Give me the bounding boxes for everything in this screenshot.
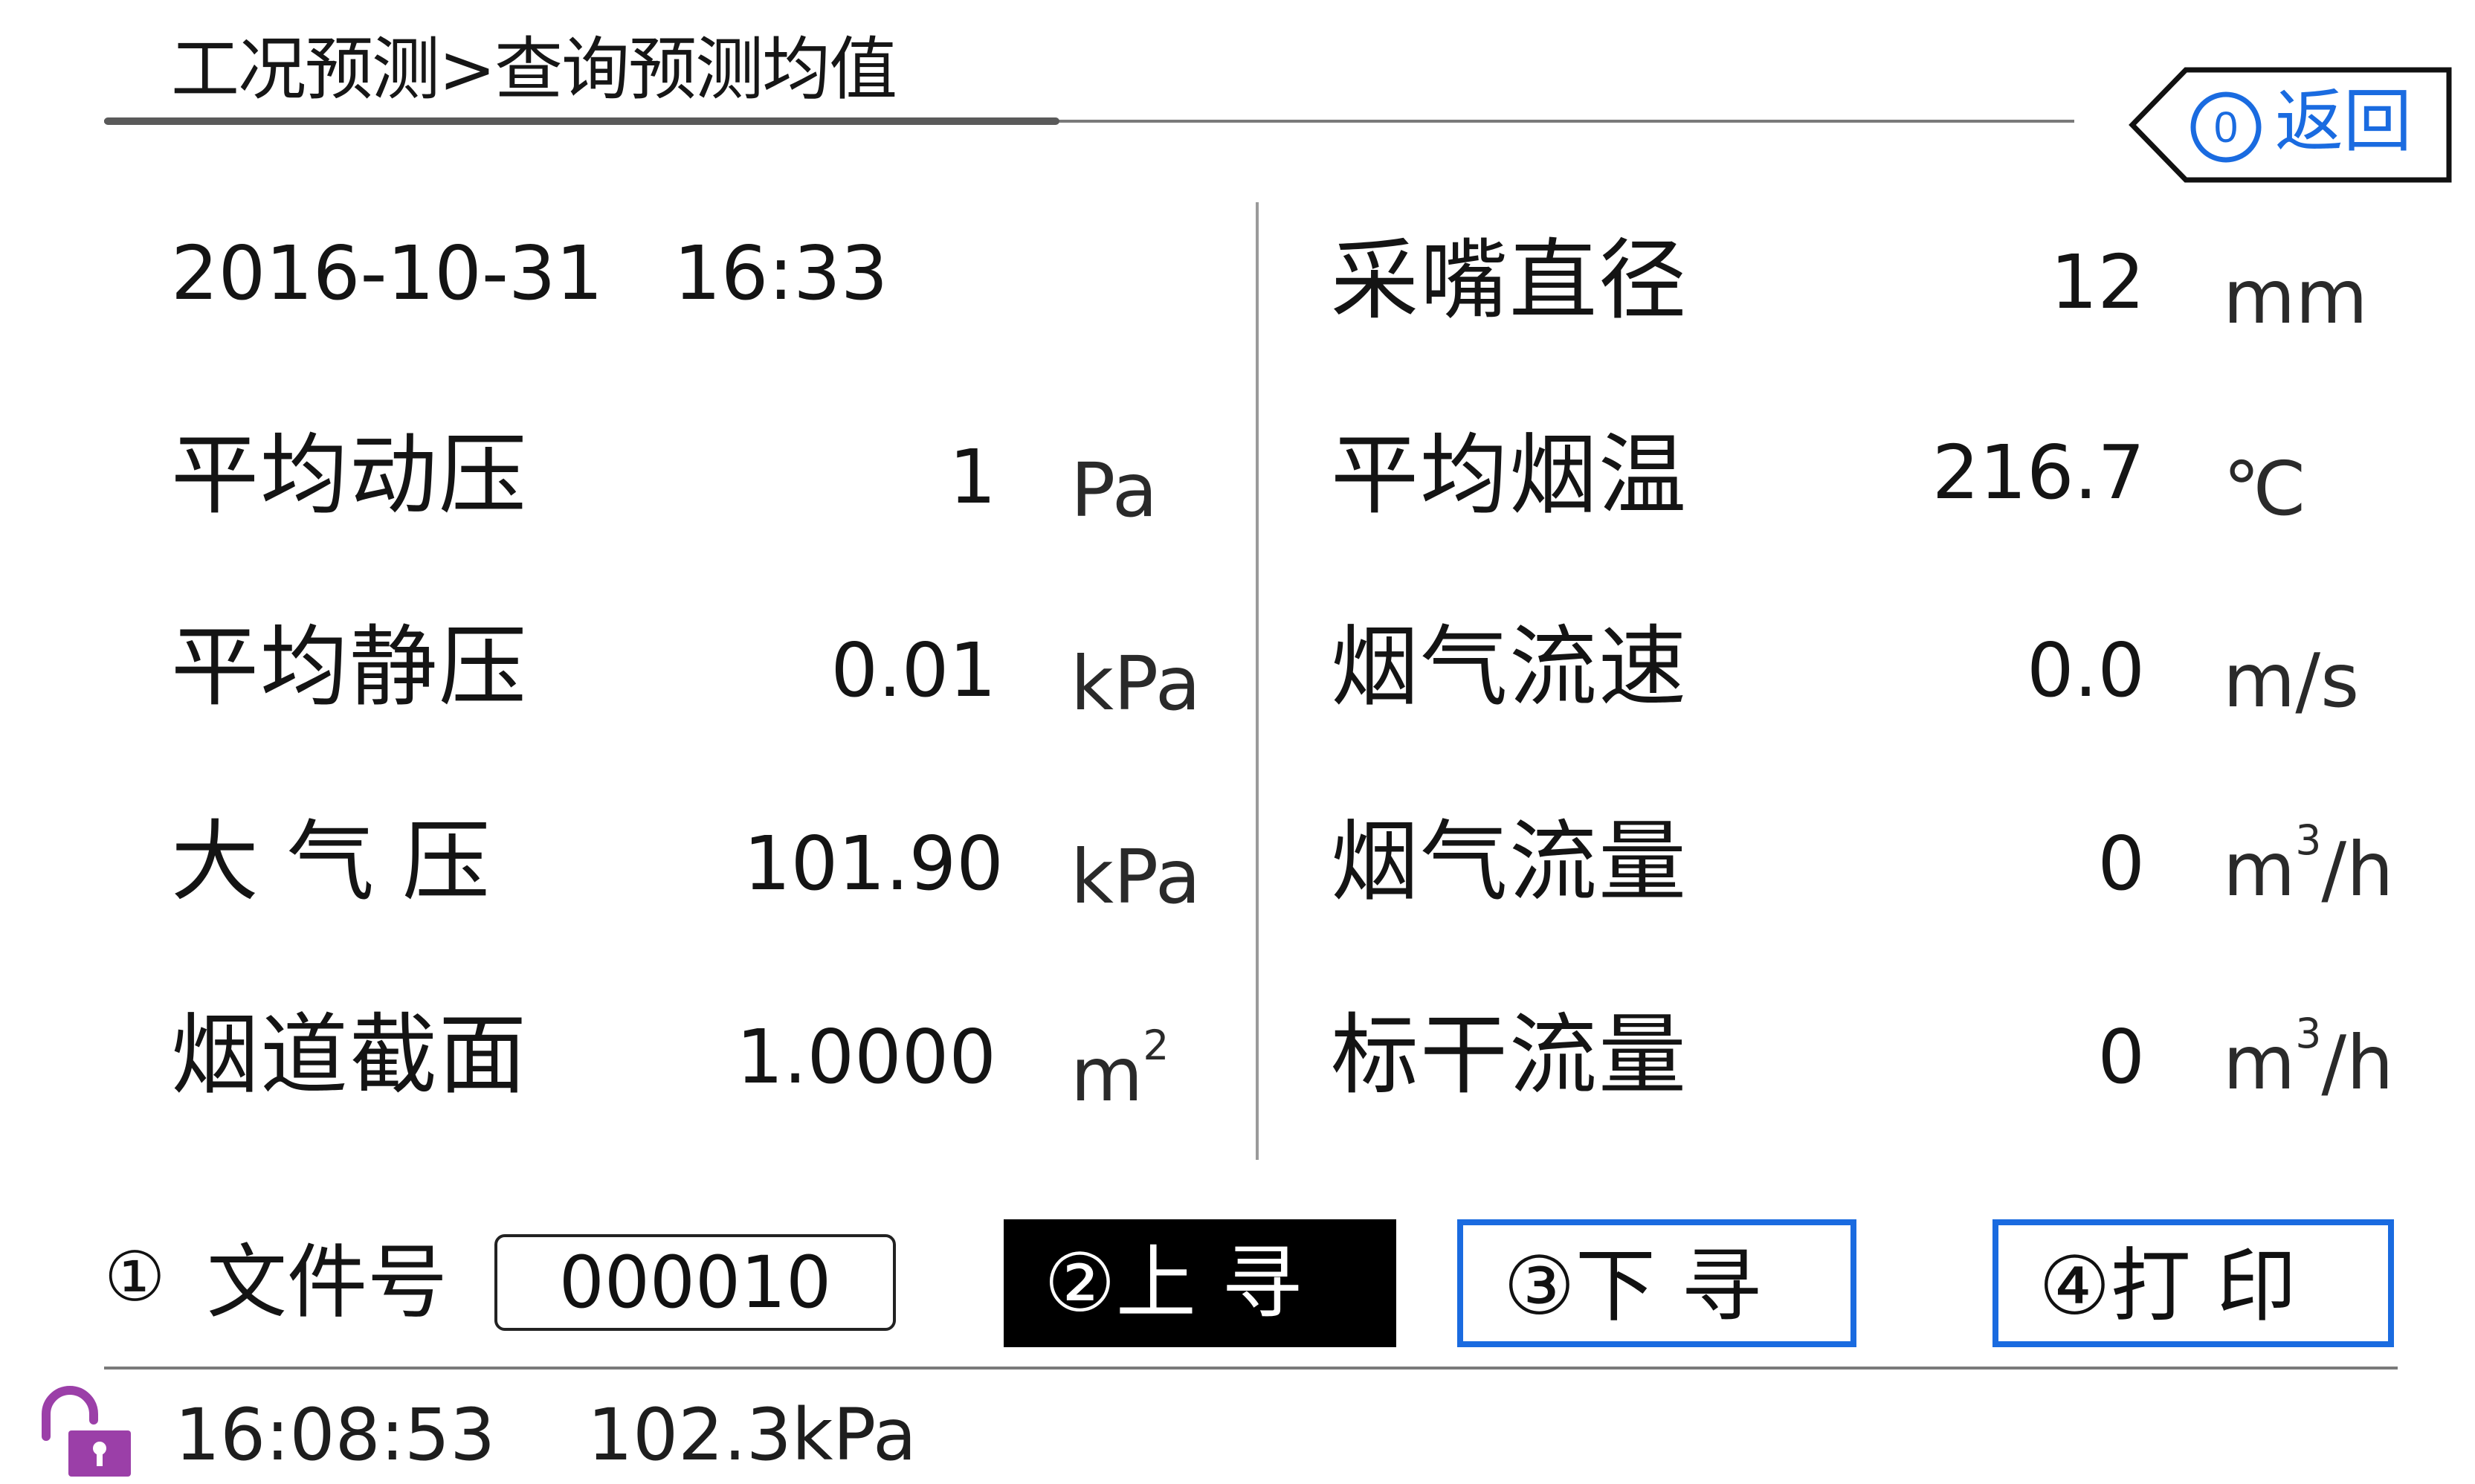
unlocked-padlock-icon[interactable] <box>30 1384 141 1480</box>
print-button[interactable]: ④打 印 <box>1992 1219 2394 1347</box>
field-label-avg-flue-temp: 平均烟温 <box>1331 424 1688 526</box>
status-clock: 16:08:53 <box>175 1393 496 1477</box>
column-divider <box>1256 202 1259 1160</box>
back-button-label: 返回 <box>2275 82 2413 161</box>
next-record-button[interactable]: ③下 寻 <box>1457 1219 1856 1347</box>
field-value-flue-cross-section: 1.0000 <box>736 1013 996 1100</box>
footer-divider <box>104 1367 2398 1370</box>
field-unit-nozzle-diameter: mm <box>2223 254 2368 341</box>
breadcrumb: 工况预测>查询预测均值 <box>171 30 897 109</box>
field-unit-avg-flue-temp: ℃ <box>2223 445 2307 532</box>
file-key-indicator: ① <box>104 1237 166 1317</box>
field-value-avg-dynamic-pressure: 1 <box>949 433 996 520</box>
field-unit-std-dry-flow: m3/h <box>2223 1010 2394 1106</box>
field-unit-flue-cross-section: m2 <box>1071 1022 1169 1118</box>
field-label-flue-gas-flow: 烟气流量 <box>1331 810 1688 913</box>
field-value-avg-flue-temp: 216.7 <box>1932 429 2145 516</box>
field-label-atmospheric-pressure: 大 气 压 <box>171 810 491 913</box>
field-value-flue-gas-flow: 0 <box>2097 820 2145 907</box>
field-value-flue-gas-velocity: 0.0 <box>2026 627 2145 714</box>
status-pressure: 102.3kPa <box>587 1393 917 1477</box>
file-number-label: 文件号 <box>207 1236 448 1329</box>
record-date: 2016-10-31 <box>171 230 604 317</box>
previous-record-button[interactable]: ②上 寻 <box>1004 1219 1396 1347</box>
field-value-nozzle-diameter: 12 <box>2050 239 2145 326</box>
field-unit-atmospheric-pressure: kPa <box>1071 833 1201 920</box>
field-unit-avg-static-pressure: kPa <box>1071 640 1201 727</box>
svg-text:0: 0 <box>2214 103 2238 152</box>
field-unit-flue-gas-velocity: m/s <box>2223 637 2360 724</box>
field-label-std-dry-flow: 标干流量 <box>1331 1004 1688 1106</box>
field-label-avg-static-pressure: 平均静压 <box>171 616 529 718</box>
field-label-nozzle-diameter: 采嘴直径 <box>1331 229 1688 332</box>
field-value-avg-static-pressure: 0.01 <box>830 627 996 714</box>
record-time: 16:33 <box>674 230 888 317</box>
key-zero-icon: 0 <box>2190 91 2262 163</box>
field-unit-flue-gas-flow: m3/h <box>2223 816 2394 913</box>
field-label-avg-dynamic-pressure: 平均动压 <box>171 424 529 526</box>
header-divider-accent <box>104 117 1059 125</box>
field-label-flue-gas-velocity: 烟气流速 <box>1331 616 1688 718</box>
field-value-atmospheric-pressure: 101.90 <box>743 820 1004 907</box>
field-label-flue-cross-section: 烟道截面 <box>171 1004 529 1106</box>
field-unit-avg-dynamic-pressure: Pa <box>1071 447 1158 534</box>
record-datetime: 2016-10-31 16:33 <box>171 236 888 311</box>
file-number-field[interactable]: 000010 <box>494 1234 896 1331</box>
field-value-std-dry-flow: 0 <box>2097 1013 2145 1100</box>
